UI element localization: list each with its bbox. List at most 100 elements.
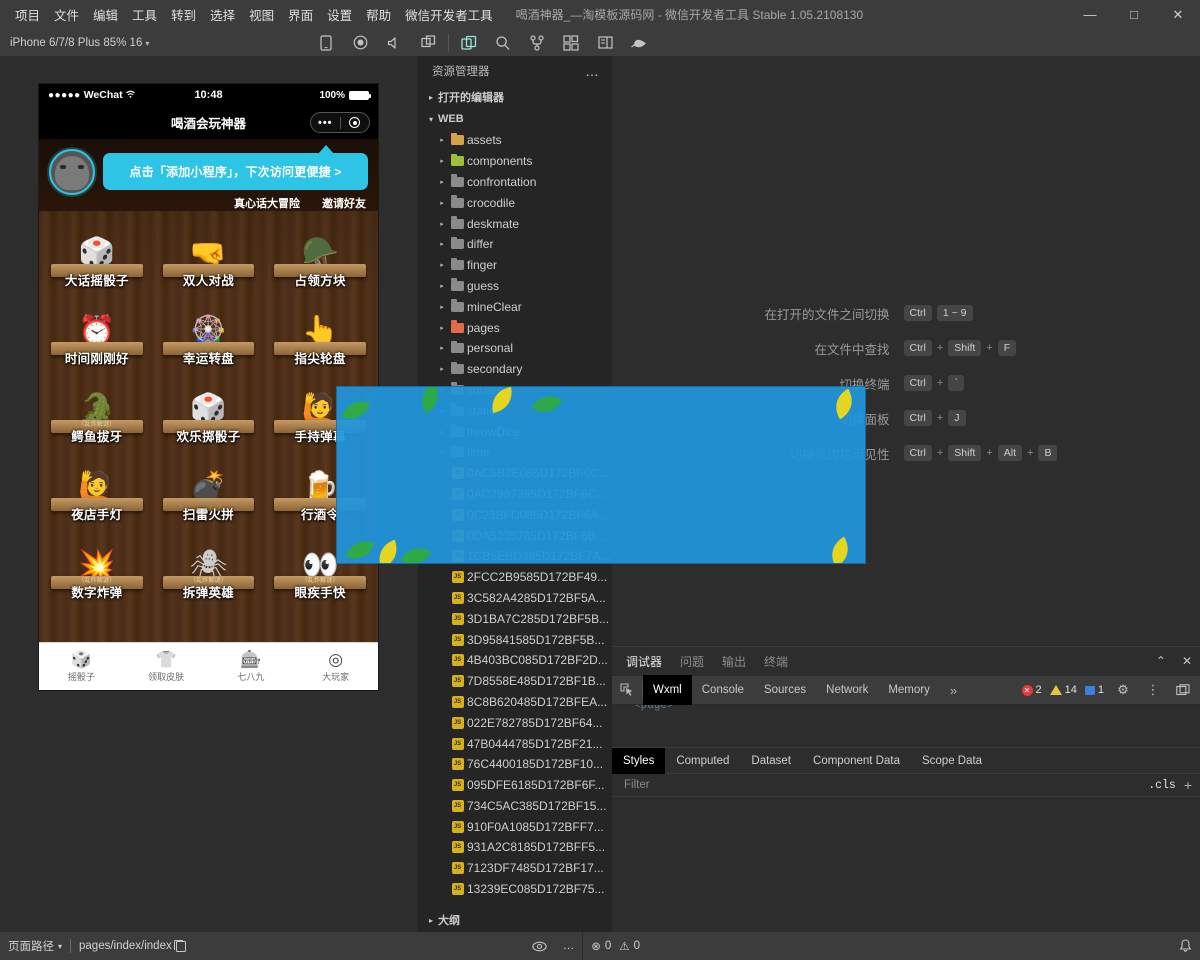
game-tile[interactable]: ⏰时间刚刚好 [41, 293, 153, 371]
tree-file[interactable]: JS4B403BC085D172BF2D... [418, 650, 612, 671]
tree-file[interactable]: JS734C5AC385D172BF15... [418, 796, 612, 817]
explorer-icon[interactable] [452, 29, 486, 56]
problems-indicator[interactable]: ⊗ 0 ⚠ 0 [583, 932, 648, 960]
status-more-icon[interactable]: … [555, 932, 583, 960]
style-tab-component-data[interactable]: Component Data [802, 748, 911, 774]
game-tile[interactable]: 🤜双人对战 [153, 215, 265, 293]
maximize-button[interactable]: □ [1112, 0, 1156, 29]
promo-link-1[interactable]: 邀请好友 [322, 195, 366, 211]
devtools-tab-sources[interactable]: Sources [754, 675, 816, 705]
clone-icon[interactable] [411, 29, 445, 56]
game-tile[interactable]: 👆指尖轮盘 [264, 293, 376, 371]
tree-file[interactable]: JS7D8558E485D172BF1B... [418, 671, 612, 692]
gear-icon[interactable]: ⚙ [1112, 682, 1134, 698]
source-control-icon[interactable] [520, 29, 554, 56]
close-panel-icon[interactable]: ✕ [1182, 654, 1192, 668]
close-button[interactable]: ✕ [1156, 0, 1200, 29]
notifications-bell-icon[interactable] [1171, 932, 1200, 960]
tree-file[interactable]: JS022E782785D172BF64... [418, 712, 612, 733]
extensions-icon[interactable] [554, 29, 588, 56]
style-filter-input[interactable] [624, 779, 1140, 791]
menu-item-9[interactable]: 帮助 [359, 1, 398, 28]
capsule-menu-icon[interactable]: ••• [311, 117, 340, 129]
record-icon[interactable] [343, 29, 377, 56]
tree-folder-crocodile[interactable]: ▸crocodile [418, 192, 612, 213]
menu-item-0[interactable]: 项目 [8, 1, 47, 28]
tree-file[interactable]: JS2FCC2B9585D172BF49... [418, 567, 612, 588]
tree-file[interactable]: JS095DFE6185D172BF6F... [418, 775, 612, 796]
tree-file[interactable]: JS931A2C8185D172BFF5... [418, 837, 612, 858]
wechat-capsule[interactable]: ••• [310, 112, 370, 133]
tree-file[interactable]: JS7123DF7485D172BF17... [418, 858, 612, 879]
dock-icon[interactable] [1172, 684, 1194, 697]
debugger-tab-1[interactable]: 问题 [680, 653, 704, 670]
copy-icon[interactable] [176, 941, 186, 952]
game-tile[interactable]: 🎲欢乐掷骰子 [153, 371, 265, 449]
devtools-tab-console[interactable]: Console [692, 675, 754, 705]
menu-item-2[interactable]: 编辑 [86, 1, 125, 28]
tree-file[interactable]: JS8C8B620485D172BFEA... [418, 692, 612, 713]
menu-item-6[interactable]: 视图 [242, 1, 281, 28]
tree-file[interactable]: JS13239EC085D172BF75... [418, 879, 612, 900]
tree-folder-assets[interactable]: ▸assets [418, 130, 612, 151]
preview-toggle-icon[interactable] [524, 932, 555, 960]
floating-image-overlay[interactable] [336, 386, 866, 564]
style-tab-computed[interactable]: Computed [665, 748, 740, 774]
phone-tab-2[interactable]: 🎰七八九 [209, 643, 294, 690]
minimize-button[interactable]: — [1068, 0, 1112, 29]
warning-badge[interactable]: 14 [1050, 684, 1077, 696]
game-tile[interactable]: 💥（乱炸解谜）数字炸弹 [41, 527, 153, 605]
tree-folder-deskmate[interactable]: ▸deskmate [418, 213, 612, 234]
tree-file[interactable]: JS3C582A4285D172BF5A... [418, 588, 612, 609]
tree-folder-mineClear[interactable]: ▸mineClear [418, 296, 612, 317]
devtools-tab-wxml[interactable]: Wxml [643, 675, 692, 705]
devtools-tab-network[interactable]: Network [816, 675, 878, 705]
tree-folder-differ[interactable]: ▸differ [418, 234, 612, 255]
phone-tab-0[interactable]: 🎲摇骰子 [39, 643, 124, 690]
section-outline[interactable]: ▸ 大纲 [418, 908, 612, 932]
style-tab-styles[interactable]: Styles [612, 748, 665, 774]
menu-item-1[interactable]: 文件 [47, 1, 86, 28]
menu-item-7[interactable]: 界面 [281, 1, 320, 28]
info-badge[interactable]: 1 [1085, 684, 1104, 696]
menu-item-10[interactable]: 微信开发者工具 [398, 1, 500, 28]
cls-toggle-button[interactable]: .cls [1140, 779, 1184, 792]
tree-file[interactable]: JS47B0444785D172BF21... [418, 733, 612, 754]
more-actions-icon[interactable]: … [585, 63, 600, 79]
debugger-tab-2[interactable]: 输出 [722, 653, 746, 670]
style-tab-scope-data[interactable]: Scope Data [911, 748, 993, 774]
phone-tab-3[interactable]: ◎大玩家 [293, 643, 378, 690]
wxml-tree-view[interactable]: <page> [612, 705, 1200, 747]
tree-folder-confrontation[interactable]: ▸confrontation [418, 172, 612, 193]
tree-folder-finger[interactable]: ▸finger [418, 255, 612, 276]
tree-file[interactable]: JS3D95841585D172BF5B... [418, 629, 612, 650]
editor-layout-icon[interactable] [588, 29, 622, 56]
game-tile[interactable]: 🐊（乱炸解谜）鳄鱼拔牙 [41, 371, 153, 449]
devtools-tab-memory[interactable]: Memory [878, 675, 940, 705]
game-tile[interactable]: 🕷（乱炸解谜）拆弹英雄 [153, 527, 265, 605]
section-web[interactable]: ▾ WEB [418, 108, 612, 130]
game-tile[interactable]: 🪖占领方块 [264, 215, 376, 293]
style-tab-dataset[interactable]: Dataset [740, 748, 802, 774]
debugger-tab-0[interactable]: 调试器 [626, 653, 662, 670]
menu-item-3[interactable]: 工具 [125, 1, 164, 28]
inspect-element-icon[interactable] [612, 683, 642, 697]
more-tabs-icon[interactable]: » [940, 683, 967, 698]
tree-file[interactable]: JS910F0A1085D172BFF7... [418, 816, 612, 837]
section-open-editors[interactable]: ▸ 打开的编辑器 [418, 86, 612, 108]
page-path-selector[interactable]: 页面路径 ▾ [0, 932, 70, 960]
page-path-value[interactable]: pages/index/index [71, 932, 194, 960]
tree-folder-secondary[interactable]: ▸secondary [418, 359, 612, 380]
add-rule-button[interactable]: + [1184, 777, 1200, 793]
game-tile[interactable]: 🎲大话摇骰子 [41, 215, 153, 293]
simulator-icon[interactable] [309, 29, 343, 56]
tree-folder-personal[interactable]: ▸personal [418, 338, 612, 359]
kebab-menu-icon[interactable]: ⋮ [1142, 682, 1164, 698]
menu-item-4[interactable]: 转到 [164, 1, 203, 28]
debug-icon[interactable] [622, 29, 656, 56]
tree-folder-components[interactable]: ▸components [418, 151, 612, 172]
menu-item-5[interactable]: 选择 [203, 1, 242, 28]
phone-tab-1[interactable]: 👕领取皮肤 [124, 643, 209, 690]
device-selector[interactable]: iPhone 6/7/8 Plus 85% 16▾ [0, 37, 149, 49]
phone-simulator[interactable]: ●●●●● WeChat 10:48 100% 喝酒会玩神器 ••• [39, 84, 378, 690]
